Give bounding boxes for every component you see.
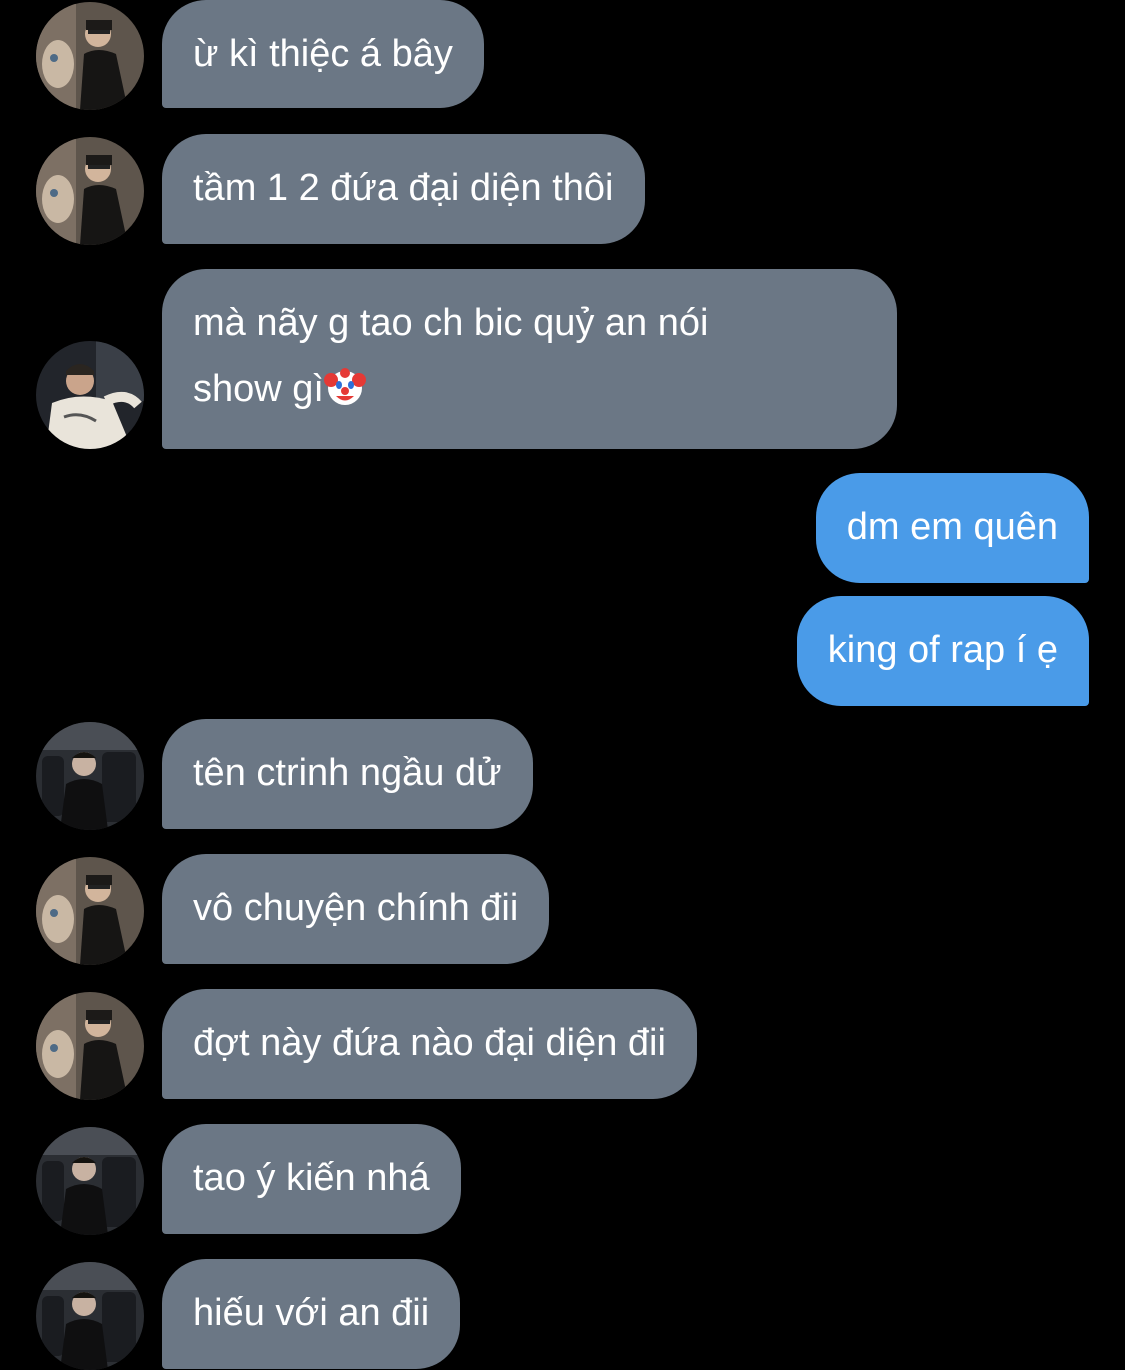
message-row: tầm 1 2 đứa đại diện thôi <box>0 134 1125 246</box>
incoming-message-bubble[interactable]: tên ctrinh ngầu dử <box>162 719 533 829</box>
incoming-message-bubble[interactable]: tầm 1 2 đứa đại diện thôi <box>162 134 645 244</box>
message-row: king of rap í ẹ <box>0 596 1125 708</box>
avatar-car-seat[interactable] <box>36 1262 144 1370</box>
avatar-car-seat[interactable] <box>36 722 144 830</box>
message-row: ừ kì thiệc á bây <box>0 0 1125 112</box>
incoming-message-bubble[interactable]: ừ kì thiệc á bây <box>162 0 484 108</box>
outgoing-message-bubble[interactable]: king of rap í ẹ <box>796 596 1089 706</box>
outgoing-message-bubble[interactable]: dm em quên <box>815 473 1089 583</box>
clown-face-icon <box>323 366 366 408</box>
message-row: tên ctrinh ngầu dử <box>0 719 1125 831</box>
chat-thread: ừ kì thiệc á bây tầm 1 2 đứa đại diện th… <box>0 0 1125 1370</box>
message-text: mà nãy g tao ch bic quỷ an nói show gì <box>193 302 709 410</box>
avatar-portrait-glasses[interactable] <box>36 137 144 245</box>
message-row: vô chuyện chính đii <box>0 854 1125 966</box>
incoming-message-bubble[interactable]: tao ý kiến nhá <box>162 1124 461 1234</box>
avatar-portrait-glasses[interactable] <box>36 857 144 965</box>
message-row: mà nãy g tao ch bic quỷ an nói show gì <box>0 269 1125 451</box>
avatar-portrait-glasses[interactable] <box>36 2 144 110</box>
message-row: hiếu với an đii <box>0 1259 1125 1370</box>
avatar-car-seat[interactable] <box>36 1127 144 1235</box>
message-row: dm em quên <box>0 473 1125 585</box>
incoming-message-bubble[interactable]: vô chuyện chính đii <box>162 854 550 964</box>
incoming-message-bubble[interactable]: mà nãy g tao ch bic quỷ an nói show gì <box>162 269 897 449</box>
message-row: tao ý kiến nhá <box>0 1124 1125 1236</box>
incoming-message-bubble[interactable]: đợt này đứa nào đại diện đii <box>162 989 697 1099</box>
avatar-portrait-glasses[interactable] <box>36 992 144 1100</box>
message-row: đợt này đứa nào đại diện đii <box>0 989 1125 1101</box>
avatar-white-shirt[interactable] <box>36 341 144 449</box>
incoming-message-bubble[interactable]: hiếu với an đii <box>162 1259 461 1369</box>
